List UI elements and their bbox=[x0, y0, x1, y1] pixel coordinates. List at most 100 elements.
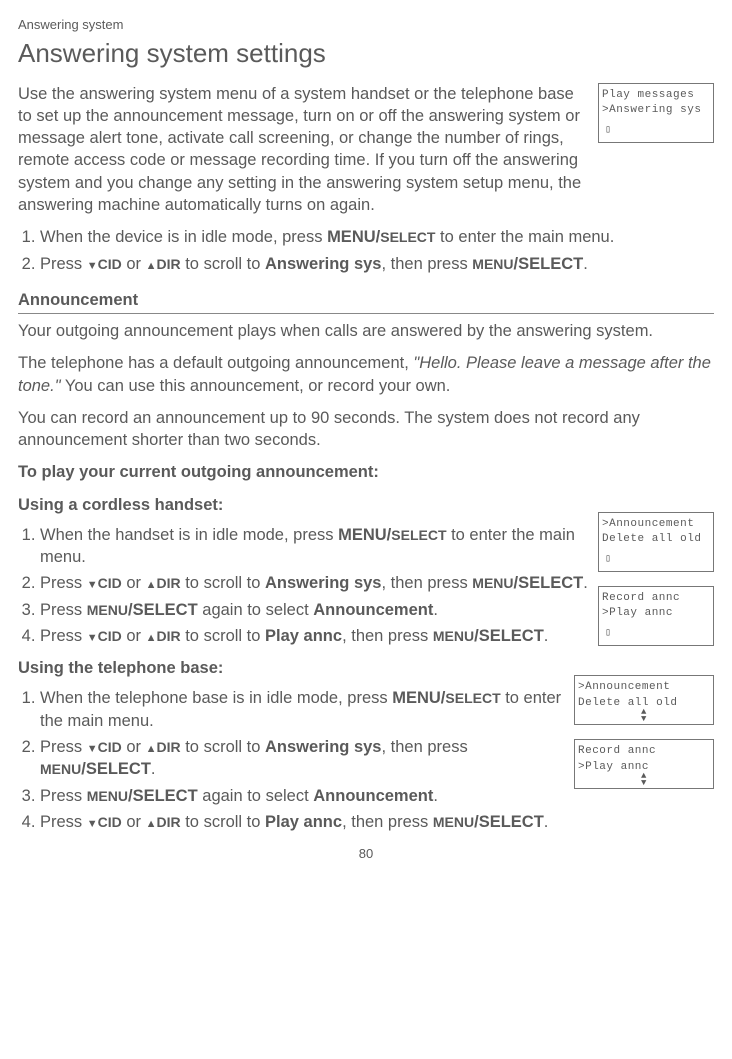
text-select: /SELECT bbox=[474, 813, 544, 831]
text-dir: DIR bbox=[157, 628, 181, 644]
list-item: Press CID or DIR to scroll to Answering … bbox=[40, 736, 570, 781]
text-menu: MENU bbox=[87, 788, 128, 804]
list-item: When the handset is in idle mode, press … bbox=[40, 524, 600, 569]
battery-icon: ▯ bbox=[605, 627, 612, 641]
text: When the device is in idle mode, press bbox=[40, 228, 327, 246]
triangle-down-icon bbox=[87, 738, 98, 756]
list-item: Press MENU/SELECT again to select Announ… bbox=[40, 785, 570, 807]
text: Press bbox=[40, 255, 87, 273]
list-item: Press CID or DIR to scroll to Answering … bbox=[40, 253, 714, 275]
list-item: Press CID or DIR to scroll to Play annc,… bbox=[40, 811, 570, 833]
text: . bbox=[433, 601, 438, 619]
text: . bbox=[583, 255, 588, 273]
text: , then press bbox=[381, 574, 472, 592]
text-bold: Play annc bbox=[265, 627, 342, 645]
page-number: 80 bbox=[18, 845, 714, 863]
announcement-heading: Announcement bbox=[18, 289, 714, 314]
text: Press bbox=[40, 813, 87, 831]
base-steps-list: When the telephone base is in idle mode,… bbox=[18, 687, 570, 833]
text-cid: CID bbox=[98, 575, 122, 591]
text-select: /SELECT bbox=[81, 760, 151, 778]
text: Press bbox=[40, 574, 87, 592]
list-item: Press CID or DIR to scroll to Play annc,… bbox=[40, 625, 600, 647]
announcement-para3: You can record an announcement up to 90 … bbox=[18, 407, 714, 452]
triangle-up-icon bbox=[146, 574, 157, 592]
lcd-screen-2: >Announcement Delete all old ▯ bbox=[598, 512, 714, 572]
battery-icon: ▯ bbox=[605, 124, 612, 138]
base-section: >Announcement Delete all old ▲▼ Record a… bbox=[18, 657, 714, 833]
screen-line: Delete all old bbox=[602, 532, 710, 547]
intro-block: Play messages >Answering sys ▯ Use the a… bbox=[18, 83, 714, 217]
text-bold: Answering sys bbox=[265, 574, 381, 592]
text-bold: MENU/ bbox=[392, 689, 445, 707]
text-menu: MENU bbox=[433, 814, 474, 830]
text: , then press bbox=[342, 813, 433, 831]
text: or bbox=[122, 627, 146, 645]
text: to enter the main menu. bbox=[435, 228, 614, 246]
text: to scroll to bbox=[181, 574, 265, 592]
list-item: When the telephone base is in idle mode,… bbox=[40, 687, 570, 732]
header-category: Answering system bbox=[18, 16, 714, 34]
text-cid: CID bbox=[98, 256, 122, 272]
list-item: Press MENU/SELECT again to select Announ… bbox=[40, 599, 600, 621]
text-bold: MENU/ bbox=[338, 526, 391, 544]
text: . bbox=[583, 574, 588, 592]
text-dir: DIR bbox=[157, 739, 181, 755]
text-bold: MENU/ bbox=[327, 228, 380, 246]
handset-section: >Announcement Delete all old ▯ Record an… bbox=[18, 494, 714, 648]
text: . bbox=[544, 627, 549, 645]
text: to scroll to bbox=[181, 813, 265, 831]
triangle-down-icon bbox=[87, 574, 98, 592]
screen-line: Play messages bbox=[602, 88, 710, 103]
text-dir: DIR bbox=[157, 256, 181, 272]
text: to scroll to bbox=[181, 255, 265, 273]
text-menu: MENU bbox=[87, 602, 128, 618]
triangle-down-icon bbox=[87, 813, 98, 831]
text: The telephone has a default outgoing ann… bbox=[18, 354, 413, 372]
lcd-screen-4: >Announcement Delete all old ▲▼ bbox=[574, 675, 714, 725]
text-select: /SELECT bbox=[514, 574, 584, 592]
main-steps-list: When the device is in idle mode, press M… bbox=[18, 226, 714, 275]
text-cid: CID bbox=[98, 628, 122, 644]
play-announcement-heading: To play your current outgoing announceme… bbox=[18, 461, 714, 483]
text: or bbox=[122, 255, 146, 273]
triangle-up-icon bbox=[146, 255, 157, 273]
text: When the telephone base is in idle mode,… bbox=[40, 689, 392, 707]
text: Press bbox=[40, 627, 87, 645]
announcement-para1: Your outgoing announcement plays when ca… bbox=[18, 320, 714, 342]
text: or bbox=[122, 574, 146, 592]
screen-line: >Play annc bbox=[602, 606, 710, 621]
text: again to select bbox=[198, 787, 314, 805]
triangle-up-icon bbox=[146, 738, 157, 756]
screen-line: >Answering sys bbox=[602, 103, 710, 118]
text: again to select bbox=[198, 601, 314, 619]
text: , then press bbox=[342, 627, 433, 645]
text: . bbox=[151, 760, 156, 778]
list-item: Press CID or DIR to scroll to Answering … bbox=[40, 572, 600, 594]
text-menu: MENU bbox=[40, 761, 81, 777]
screen-line: Record annc bbox=[578, 744, 710, 759]
lcd-screen-1: Play messages >Answering sys ▯ bbox=[598, 83, 714, 143]
intro-text-span: Use the answering system menu of a syste… bbox=[18, 83, 588, 217]
text: When the handset is in idle mode, press bbox=[40, 526, 338, 544]
text-bold-small: SELECT bbox=[380, 229, 435, 245]
text-select: /SELECT bbox=[128, 787, 198, 805]
text-bold: Play annc bbox=[265, 813, 342, 831]
text-bold: Announcement bbox=[313, 601, 433, 619]
text-cid: CID bbox=[98, 814, 122, 830]
text: , then press bbox=[381, 738, 467, 756]
battery-icon: ▯ bbox=[605, 553, 612, 567]
text-bold-small: SELECT bbox=[445, 690, 500, 706]
list-item: When the device is in idle mode, press M… bbox=[40, 226, 714, 248]
lcd-screen-5: Record annc >Play annc ▲▼ bbox=[574, 739, 714, 789]
text-bold: Answering sys bbox=[265, 738, 381, 756]
text-dir: DIR bbox=[157, 814, 181, 830]
text: You can use this announcement, or record… bbox=[61, 377, 451, 395]
text-menu: MENU bbox=[433, 628, 474, 644]
text-bold: Announcement bbox=[313, 787, 433, 805]
text: or bbox=[122, 738, 146, 756]
screen-line: Record annc bbox=[602, 591, 710, 606]
text-dir: DIR bbox=[157, 575, 181, 591]
text: Press bbox=[40, 787, 87, 805]
screen-line: >Announcement bbox=[578, 680, 710, 695]
